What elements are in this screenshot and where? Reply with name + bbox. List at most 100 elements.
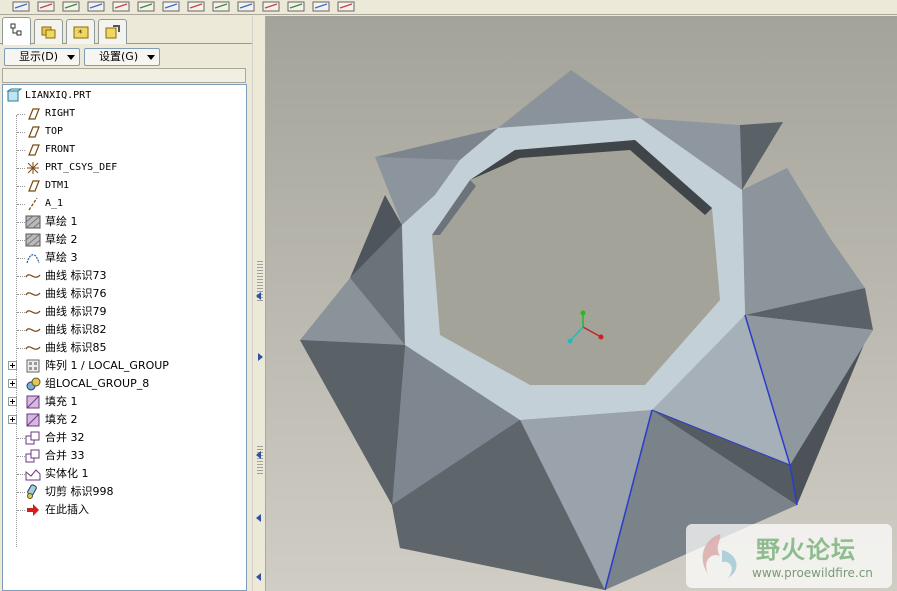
collapse-left-icon[interactable] xyxy=(256,514,261,522)
tree-connector xyxy=(17,258,25,259)
curve-icon xyxy=(25,268,41,284)
model-tree-tab[interactable] xyxy=(2,17,31,45)
part-icon xyxy=(6,88,22,102)
tree-item-label: 曲线 标识73 xyxy=(45,269,107,282)
datum-plane-icon[interactable] xyxy=(12,0,30,12)
tree-item[interactable]: 曲线 标识76 xyxy=(3,285,246,303)
panel-splitter[interactable] xyxy=(252,16,266,591)
tree-item[interactable]: 草绘 3 xyxy=(3,249,246,267)
tree-item[interactable]: 曲线 标识82 xyxy=(3,321,246,339)
tree-connector xyxy=(17,492,25,493)
appearance-icon[interactable] xyxy=(287,0,305,12)
tree-connector xyxy=(17,204,25,205)
datum-plane-icon xyxy=(25,142,41,158)
tree-item[interactable]: 在此插入 xyxy=(3,501,246,519)
saved-views-icon[interactable] xyxy=(237,0,255,12)
folder-browser-tab[interactable] xyxy=(34,19,63,44)
expand-icon[interactable] xyxy=(8,379,17,388)
tree-item-label: 切剪 标识998 xyxy=(45,485,114,498)
tree-item-label: FRONT xyxy=(45,144,76,155)
spike-face xyxy=(498,70,640,128)
tree-connector xyxy=(17,348,25,349)
expand-right-icon[interactable] xyxy=(258,353,263,361)
tree-connector xyxy=(17,456,25,457)
tree-item[interactable]: 组LOCAL_GROUP_8 xyxy=(3,375,246,393)
favorites-tab[interactable]: * xyxy=(66,19,95,44)
watermark-url: www.proewildfire.cn xyxy=(752,566,873,580)
tree-item-label: 阵列 1 / LOCAL_GROUP xyxy=(45,359,169,372)
collapse-left-icon[interactable] xyxy=(256,451,261,459)
tree-item[interactable]: 曲线 标识79 xyxy=(3,303,246,321)
tree-connector xyxy=(17,168,25,169)
tree-item[interactable]: DTM1 xyxy=(3,177,246,195)
tree-item[interactable]: 填充 1 xyxy=(3,393,246,411)
tree-item[interactable]: 阵列 1 / LOCAL_GROUP xyxy=(3,357,246,375)
fire-logo-icon xyxy=(702,534,737,578)
settings-dropdown[interactable]: 设置(G) xyxy=(84,48,160,66)
view-manager-icon[interactable] xyxy=(212,0,230,12)
navigator-panel: * 显示(D) 设置(G) LIANXIQ.PRT RIGHT TOP FRON… xyxy=(0,16,258,591)
sketch-icon xyxy=(25,232,41,248)
tree-item[interactable]: RIGHT xyxy=(3,105,246,123)
tree-connector xyxy=(17,276,25,277)
solidify-icon xyxy=(25,466,41,482)
application-window: * 显示(D) 设置(G) LIANXIQ.PRT RIGHT TOP FRON… xyxy=(0,0,897,591)
tree-item[interactable]: 曲线 标识73 xyxy=(3,267,246,285)
connections-tab[interactable] xyxy=(98,19,127,44)
collapse-left-icon[interactable] xyxy=(256,292,261,300)
coordinate-system-icon[interactable] xyxy=(137,0,155,12)
expand-icon[interactable] xyxy=(8,361,17,370)
tree-item-label: 草绘 1 xyxy=(45,215,78,228)
tree-column-header[interactable] xyxy=(2,68,246,83)
curve-icon xyxy=(25,340,41,356)
group-icon xyxy=(25,376,41,392)
show-dropdown-label: 显示(D) xyxy=(19,50,59,63)
layers-icon[interactable] xyxy=(312,0,330,12)
tree-item[interactable]: 实体化 1 xyxy=(3,465,246,483)
tree-root[interactable]: LIANXIQ.PRT xyxy=(3,87,246,105)
sketch-curve-icon[interactable] xyxy=(62,0,80,12)
tree-item[interactable]: FRONT xyxy=(3,141,246,159)
forum-watermark: 野火论坛 www.proewildfire.cn xyxy=(686,524,892,588)
tree-item[interactable]: 合并 32 xyxy=(3,429,246,447)
settings-icon[interactable] xyxy=(337,0,355,12)
tree-item-label: 组LOCAL_GROUP_8 xyxy=(45,377,150,390)
favorites-icon: * xyxy=(73,26,89,39)
tree-item-label: 曲线 标识79 xyxy=(45,305,107,318)
tree-item[interactable]: 草绘 1 xyxy=(3,213,246,231)
collapse-left-icon[interactable] xyxy=(256,573,261,581)
delete-icon[interactable] xyxy=(187,0,205,12)
tree-item[interactable]: 填充 2 xyxy=(3,411,246,429)
chevron-down-icon xyxy=(147,55,155,60)
connections-icon xyxy=(105,25,120,39)
datum-point-icon[interactable] xyxy=(87,0,105,12)
tree-connector xyxy=(17,222,25,223)
tree-connector xyxy=(17,294,25,295)
settings-dropdown-label: 设置(G) xyxy=(99,50,139,63)
shading-icon[interactable] xyxy=(262,0,280,12)
show-dropdown[interactable]: 显示(D) xyxy=(4,48,80,66)
expand-icon[interactable] xyxy=(8,415,17,424)
graphics-viewport[interactable] xyxy=(266,16,897,591)
tree-item-label: 实体化 1 xyxy=(45,467,89,480)
tree-item[interactable]: 草绘 2 xyxy=(3,231,246,249)
analysis-icon[interactable] xyxy=(162,0,180,12)
tree-connector xyxy=(17,510,25,511)
curve-icon[interactable] xyxy=(112,0,130,12)
tree-connector xyxy=(17,132,25,133)
tree-item-label: DTM1 xyxy=(45,180,70,191)
tree-item[interactable]: 切剪 标识998 xyxy=(3,483,246,501)
tree-item-label: 在此插入 xyxy=(45,503,89,516)
tree-item[interactable]: 曲线 标识85 xyxy=(3,339,246,357)
tree-root-label: LIANXIQ.PRT xyxy=(25,90,92,101)
expand-icon[interactable] xyxy=(8,397,17,406)
datum-plane-icon xyxy=(25,178,41,194)
datum-axis-icon[interactable] xyxy=(37,0,55,12)
tree-item[interactable]: 合并 33 xyxy=(3,447,246,465)
tree-item[interactable]: A_1 xyxy=(3,195,246,213)
curve-icon xyxy=(25,286,41,302)
tree-item[interactable]: TOP xyxy=(3,123,246,141)
tree-item[interactable]: PRT_CSYS_DEF xyxy=(3,159,246,177)
tree-item-label: RIGHT xyxy=(45,108,76,119)
tree-item-label: 曲线 标识85 xyxy=(45,341,107,354)
